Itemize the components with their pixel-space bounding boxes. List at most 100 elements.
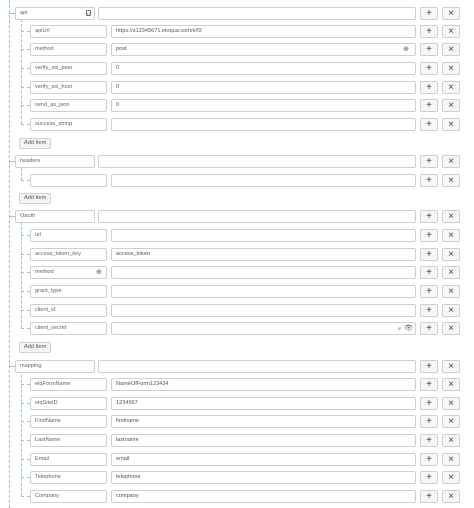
row-key-field[interactable] <box>30 174 107 187</box>
remove-button[interactable]: × <box>442 81 460 94</box>
add-button[interactable]: + <box>420 285 438 298</box>
row-key-field[interactable]: elqSiteID <box>30 397 107 410</box>
row-key-field[interactable]: verify_ssl_host <box>30 81 107 94</box>
remove-button[interactable]: × <box>442 229 460 242</box>
remove-button[interactable]: × <box>442 397 460 410</box>
add-button[interactable]: + <box>420 490 438 503</box>
row-value-field[interactable]: 0 <box>111 81 416 94</box>
row-key-field[interactable]: FirstName <box>30 415 107 428</box>
row-key-field[interactable]: method ⊕ <box>30 266 107 279</box>
remove-button[interactable]: × <box>442 471 460 484</box>
row-key-field[interactable]: method <box>30 43 107 56</box>
row-key-field[interactable]: Telephone <box>30 471 107 484</box>
dropdown-icon[interactable]: ⊕ <box>403 45 409 55</box>
row-key-field[interactable]: apiUrl <box>30 25 107 38</box>
remove-button[interactable]: × <box>442 285 460 298</box>
row-value-field[interactable] <box>111 174 416 187</box>
add-button[interactable]: + <box>420 7 438 20</box>
add-button[interactable]: + <box>420 266 438 279</box>
type-toggle-icon[interactable]: ⅇ <box>398 324 401 334</box>
row-value-field[interactable] <box>111 118 416 131</box>
oauth-value-field[interactable] <box>98 210 416 223</box>
row-value-field[interactable]: access_token <box>111 248 416 261</box>
add-item-button[interactable]: Add Item <box>19 342 52 353</box>
add-button[interactable]: + <box>420 322 438 335</box>
remove-button[interactable]: × <box>442 304 460 317</box>
add-button[interactable]: + <box>420 248 438 261</box>
remove-button[interactable]: × <box>442 434 460 447</box>
row-key-field[interactable]: access_token_key <box>30 248 107 261</box>
remove-button[interactable]: × <box>442 453 460 466</box>
oauth-key-field[interactable]: Oauth <box>15 210 95 223</box>
remove-button[interactable]: × <box>442 210 460 223</box>
headers-value-field[interactable] <box>98 155 416 168</box>
add-button[interactable]: + <box>420 397 438 410</box>
remove-button[interactable]: × <box>442 25 460 38</box>
row-value-field[interactable]: NameOfForm123434 <box>111 378 416 391</box>
add-button[interactable]: + <box>420 471 438 484</box>
row-key-field[interactable]: Email <box>30 453 107 466</box>
row-value-field[interactable]: https://s12345671.eloqua.com/e/f2 <box>111 25 416 38</box>
add-button[interactable]: + <box>420 378 438 391</box>
remove-button[interactable]: × <box>442 99 460 112</box>
add-button[interactable]: + <box>420 434 438 447</box>
api-value-field[interactable] <box>98 7 416 20</box>
row-key-field[interactable]: Company <box>30 490 107 503</box>
remove-button[interactable]: × <box>442 7 460 20</box>
remove-button[interactable]: × <box>442 43 460 56</box>
headers-key-field[interactable]: headers <box>15 155 95 168</box>
add-button[interactable]: + <box>420 174 438 187</box>
row-key-field[interactable]: success_string <box>30 118 107 131</box>
dropdown-icon[interactable]: ⊕ <box>96 268 102 278</box>
row-value-field[interactable] <box>111 285 416 298</box>
api-key-field[interactable]: api {} <box>15 7 95 20</box>
row-key-field[interactable]: client_id <box>30 304 107 317</box>
add-button[interactable]: + <box>420 118 438 131</box>
row-key-field[interactable]: LastName <box>30 434 107 447</box>
row-key-field[interactable]: elqFormName <box>30 378 107 391</box>
add-item-button[interactable]: Add Item <box>19 193 52 204</box>
add-item-button[interactable]: Add Item <box>19 138 52 149</box>
remove-button[interactable]: × <box>442 248 460 261</box>
add-button[interactable]: + <box>420 210 438 223</box>
remove-button[interactable]: × <box>442 415 460 428</box>
mapping-key-field[interactable]: mapping <box>15 360 95 373</box>
row-value-field[interactable] <box>111 229 416 242</box>
row-value-field[interactable]: 0 <box>111 99 416 112</box>
add-button[interactable]: + <box>420 229 438 242</box>
row-value-field[interactable]: 0 <box>111 62 416 75</box>
add-button[interactable]: + <box>420 155 438 168</box>
row-value-field[interactable] <box>111 304 416 317</box>
remove-button[interactable]: × <box>442 62 460 75</box>
remove-button[interactable]: × <box>442 118 460 131</box>
add-button[interactable]: + <box>420 415 438 428</box>
row-value-field[interactable]: ⅇ 👁 <box>111 322 416 335</box>
row-key-field[interactable]: verify_ssl_peer <box>30 62 107 75</box>
remove-button[interactable]: × <box>442 174 460 187</box>
remove-button[interactable]: × <box>442 155 460 168</box>
add-button[interactable]: + <box>420 360 438 373</box>
remove-button[interactable]: × <box>442 360 460 373</box>
remove-button[interactable]: × <box>442 266 460 279</box>
row-value-field[interactable]: post ⊕ <box>111 43 416 56</box>
eye-icon[interactable]: 👁 <box>404 324 413 334</box>
row-value-field[interactable]: 1234567 <box>111 397 416 410</box>
add-button[interactable]: + <box>420 99 438 112</box>
row-value-field[interactable]: telephone <box>111 471 416 484</box>
add-button[interactable]: + <box>420 81 438 94</box>
add-button[interactable]: + <box>420 43 438 56</box>
row-key-field[interactable]: grant_type <box>30 285 107 298</box>
row-key-field[interactable]: send_as_json <box>30 99 107 112</box>
row-value-field[interactable]: lastname <box>111 434 416 447</box>
add-button[interactable]: + <box>420 62 438 75</box>
row-value-field[interactable] <box>111 266 416 279</box>
add-button[interactable]: + <box>420 304 438 317</box>
remove-button[interactable]: × <box>442 490 460 503</box>
row-value-field[interactable]: firstname <box>111 415 416 428</box>
mapping-value-field[interactable] <box>98 360 416 373</box>
row-key-field[interactable]: url <box>30 229 107 242</box>
add-button[interactable]: + <box>420 453 438 466</box>
row-value-field[interactable]: company <box>111 490 416 503</box>
remove-button[interactable]: × <box>442 322 460 335</box>
row-value-field[interactable]: email <box>111 453 416 466</box>
